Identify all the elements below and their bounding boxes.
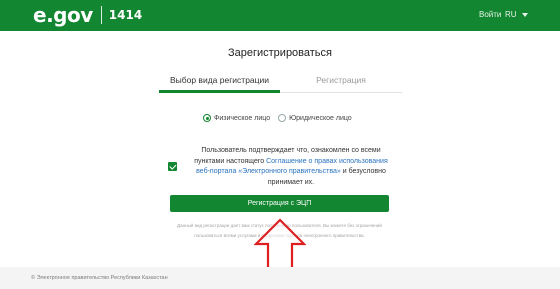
top-header: e.gov 1414 Войти RU (0, 0, 560, 31)
registration-tabs: Выбор вида регистрации Регистрация (159, 72, 402, 93)
egov-logo[interactable]: e.gov 1414 (33, 4, 142, 26)
login-link[interactable]: Войти (479, 10, 501, 19)
page-footer: © Электронное правительство Республики К… (0, 267, 560, 289)
radio-individual[interactable] (203, 114, 211, 122)
support-phone: 1414 (108, 8, 143, 22)
language-selector[interactable]: RU (505, 10, 528, 19)
logo-divider (100, 6, 102, 24)
logo-text: e.gov (33, 3, 93, 27)
consent-text: Пользователь подтверждает что, ознакомле… (192, 146, 390, 188)
person-type-group: Физическое лицо Юридическое лицо (203, 114, 360, 122)
chevron-down-icon (521, 13, 528, 17)
arrow-up-icon (254, 218, 306, 271)
language-label: RU (505, 10, 517, 19)
radio-individual-label[interactable]: Физическое лицо (214, 115, 270, 122)
register-with-eds-button[interactable]: Регистрация с ЭЦП (170, 195, 389, 212)
tab-registration[interactable]: Регистрация (280, 72, 402, 93)
consent-checkbox[interactable] (168, 162, 177, 171)
page-title: Зарегистрироваться (227, 47, 332, 59)
tab-registration-type[interactable]: Выбор вида регистрации (159, 72, 280, 93)
footer-copyright: © Электронное правительство Республики К… (31, 275, 168, 281)
radio-legal-entity-label[interactable]: Юридическое лицо (289, 115, 352, 122)
radio-legal-entity[interactable] (278, 114, 287, 122)
